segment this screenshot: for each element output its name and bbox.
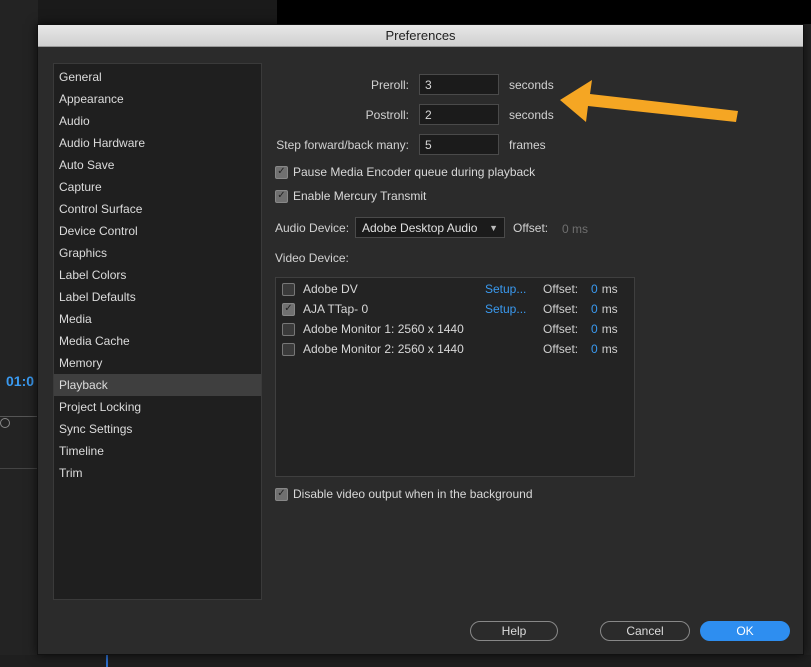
mercury-transmit-option[interactable]: ✓ Enable Mercury Transmit <box>275 189 426 203</box>
cancel-button[interactable]: Cancel <box>600 621 690 641</box>
video-device-checkbox[interactable]: ✓ <box>282 302 295 316</box>
video-device-checkbox[interactable] <box>282 282 295 296</box>
background-bottom-panel <box>0 655 811 667</box>
audio-device-value: Adobe Desktop Audio <box>362 220 478 235</box>
playhead-icon[interactable] <box>0 418 10 428</box>
annotation-arrow-icon <box>560 80 738 122</box>
pause-encoder-checkbox[interactable]: ✓ <box>275 165 288 179</box>
video-device-name: Adobe Monitor 1: 2560 x 1440 <box>303 322 464 336</box>
video-device-row: ✓ AJA TTap- 0 Setup... Offset: 0 ms <box>282 300 632 318</box>
sidebar-item-audio[interactable]: Audio <box>54 110 261 132</box>
video-device-name: Adobe DV <box>303 282 358 296</box>
video-offset-value[interactable]: 0 <box>591 342 598 356</box>
sidebar-item-memory[interactable]: Memory <box>54 352 261 374</box>
sidebar-item-label-colors[interactable]: Label Colors <box>54 264 261 286</box>
audio-device-select[interactable]: Adobe Desktop Audio ▼ <box>355 217 505 238</box>
video-offset-label: Offset: <box>543 322 579 336</box>
disable-output-label: Disable video output when in the backgro… <box>293 487 533 501</box>
ok-button[interactable]: OK <box>700 621 790 641</box>
pause-encoder-option[interactable]: ✓ Pause Media Encoder queue during playb… <box>275 165 535 179</box>
audio-device-label: Audio Device: <box>275 221 350 235</box>
sidebar-item-media[interactable]: Media <box>54 308 261 330</box>
step-label: Step forward/back many: <box>276 138 409 152</box>
video-offset-unit: ms <box>601 302 618 316</box>
sidebar-item-appearance[interactable]: Appearance <box>54 88 261 110</box>
mercury-transmit-checkbox[interactable]: ✓ <box>275 189 288 203</box>
sidebar-item-general[interactable]: General <box>54 66 261 88</box>
setup-link[interactable]: Setup... <box>485 302 543 316</box>
video-device-checkbox[interactable] <box>282 322 295 336</box>
sidebar-item-label-defaults[interactable]: Label Defaults <box>54 286 261 308</box>
postroll-label: Postroll: <box>365 108 409 122</box>
video-offset-value[interactable]: 0 <box>591 322 598 336</box>
video-device-row: Adobe Monitor 1: 2560 x 1440 Offset: 0 ms <box>282 320 632 338</box>
background-playhead-line <box>106 655 108 667</box>
video-device-name: AJA TTap- 0 <box>303 302 369 316</box>
disable-output-option[interactable]: ✓ Disable video output when in the backg… <box>275 487 533 501</box>
background-panel <box>0 0 38 667</box>
chevron-down-icon: ▼ <box>489 222 498 233</box>
video-device-label: Video Device: <box>275 251 349 265</box>
step-unit: frames <box>509 138 546 152</box>
mercury-transmit-label: Enable Mercury Transmit <box>293 189 427 203</box>
sidebar-item-device-control[interactable]: Device Control <box>54 220 261 242</box>
video-device-checkbox[interactable] <box>282 342 295 356</box>
help-button[interactable]: Help <box>470 621 558 641</box>
background-timecode: 01:0 <box>6 373 35 389</box>
sidebar-item-sync-settings[interactable]: Sync Settings <box>54 418 261 440</box>
background-divider <box>0 468 38 469</box>
setup-link[interactable]: Setup... <box>485 282 543 296</box>
video-offset-label: Offset: <box>543 282 579 296</box>
audio-offset-value: 0 ms <box>562 222 589 236</box>
sidebar-item-trim[interactable]: Trim <box>54 462 261 484</box>
audio-offset-label: Offset: <box>513 221 549 235</box>
sidebar-item-capture[interactable]: Capture <box>54 176 261 198</box>
sidebar-item-control-surface[interactable]: Control Surface <box>54 198 261 220</box>
video-device-row: Adobe DV Setup... Offset: 0 ms <box>282 280 632 298</box>
step-input[interactable] <box>419 134 499 155</box>
video-device-list: Adobe DV Setup... Offset: 0 ms ✓ AJA TTap- 0 Se… <box>275 277 635 477</box>
video-device-row: Adobe Monitor 2: 2560 x 1440 Offset: 0 ms <box>282 340 632 358</box>
preferences-sidebar: General Appearance Audio Audio Hardware Auto… <box>53 63 262 600</box>
sidebar-item-media-cache[interactable]: Media Cache <box>54 330 261 352</box>
video-offset-value[interactable]: 0 <box>591 302 598 316</box>
sidebar-item-playback[interactable]: Playback <box>54 374 261 396</box>
background-ruler <box>0 405 38 417</box>
preroll-unit: seconds <box>509 78 554 92</box>
preroll-input[interactable] <box>419 74 499 95</box>
video-offset-unit: ms <box>601 282 618 296</box>
disable-output-checkbox[interactable]: ✓ <box>275 487 288 501</box>
postroll-input[interactable] <box>419 104 499 125</box>
video-offset-label: Offset: <box>543 342 579 356</box>
sidebar-item-auto-save[interactable]: Auto Save <box>54 154 261 176</box>
video-offset-label: Offset: <box>543 302 579 316</box>
background-right-panel <box>804 24 811 667</box>
sidebar-item-graphics[interactable]: Graphics <box>54 242 261 264</box>
pause-encoder-label: Pause Media Encoder queue during playbac… <box>293 165 536 179</box>
video-device-name: Adobe Monitor 2: 2560 x 1440 <box>303 342 464 356</box>
sidebar-item-project-locking[interactable]: Project Locking <box>54 396 261 418</box>
postroll-unit: seconds <box>509 108 554 122</box>
video-offset-unit: ms <box>601 342 618 356</box>
dialog-title: Preferences <box>38 25 803 47</box>
video-offset-unit: ms <box>601 322 618 336</box>
preroll-label: Preroll: <box>370 78 409 92</box>
video-offset-value[interactable]: 0 <box>591 282 598 296</box>
sidebar-item-timeline[interactable]: Timeline <box>54 440 261 462</box>
background-viewer <box>277 0 811 24</box>
sidebar-item-audio-hardware[interactable]: Audio Hardware <box>54 132 261 154</box>
